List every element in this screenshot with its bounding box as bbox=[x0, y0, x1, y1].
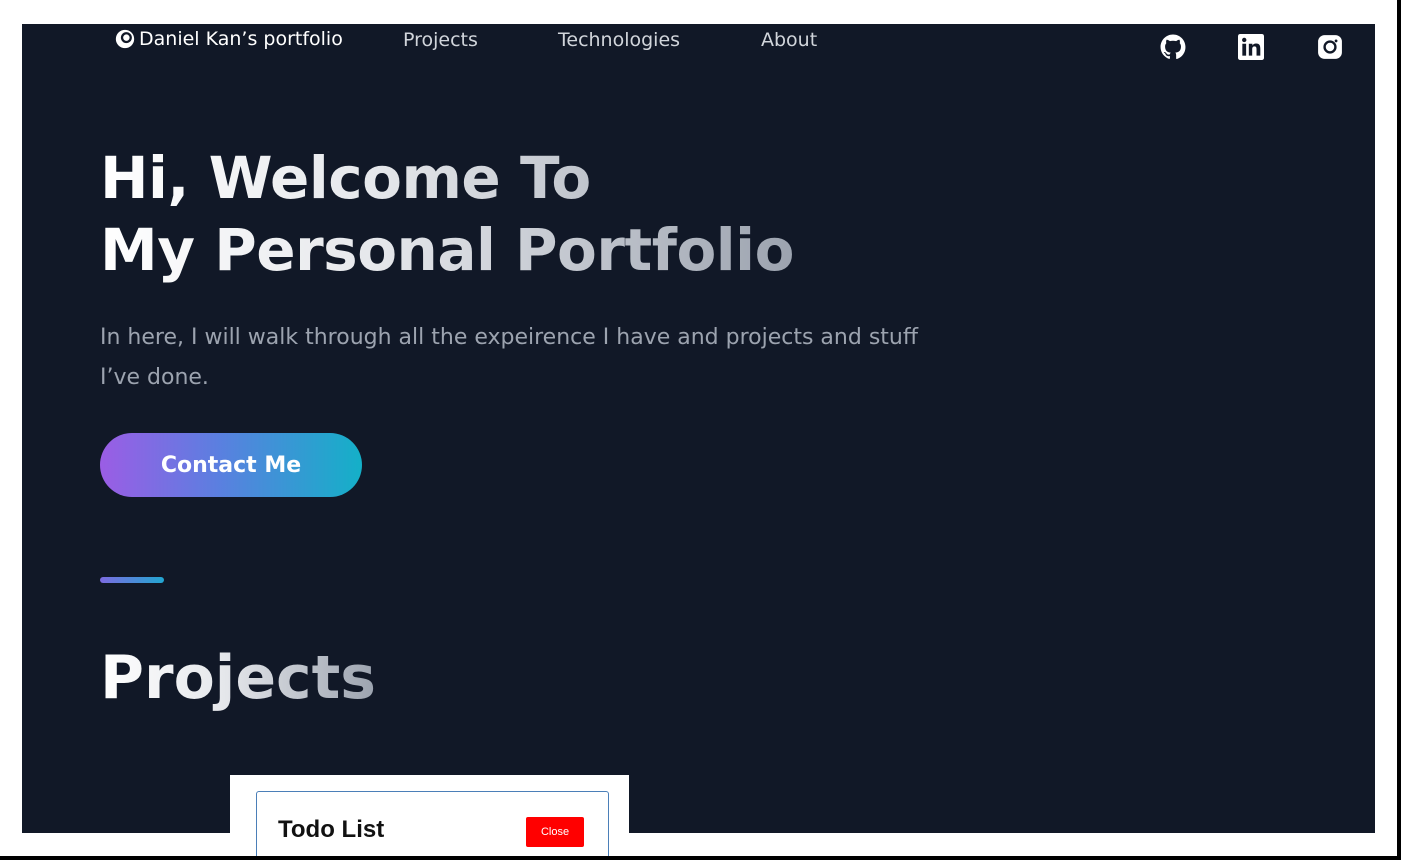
close-button[interactable]: Close bbox=[526, 817, 584, 847]
project-card-frame: Todo List Close bbox=[256, 791, 609, 860]
page-viewport: Daniel Kan’s portfolio Projects Technolo… bbox=[22, 24, 1375, 833]
project-card: Todo List Close bbox=[230, 775, 629, 860]
window-edge-right bbox=[1397, 0, 1401, 860]
logo-link[interactable]: Daniel Kan’s portfolio bbox=[114, 27, 343, 51]
nav-link-projects[interactable]: Projects bbox=[403, 29, 478, 51]
nav-link-about[interactable]: About bbox=[761, 29, 817, 51]
contact-me-button[interactable]: Contact Me bbox=[100, 433, 362, 497]
window-edge-bottom bbox=[0, 856, 1401, 860]
logo-text: Daniel Kan’s portfolio bbox=[139, 28, 343, 50]
linkedin-icon[interactable] bbox=[1238, 34, 1264, 60]
hero-subtitle: In here, I will walk through all the exp… bbox=[100, 325, 919, 390]
project-card-title: Todo List bbox=[278, 816, 385, 843]
hero-title-line-1: Hi, Welcome To bbox=[100, 144, 591, 212]
logo-icon bbox=[115, 29, 135, 49]
section-divider bbox=[100, 577, 164, 583]
hero-title: Hi, Welcome To My Personal Portfolio bbox=[100, 142, 794, 286]
hero-title-line-2: My Personal Portfolio bbox=[100, 216, 794, 284]
nav-link-technologies[interactable]: Technologies bbox=[558, 29, 680, 51]
instagram-icon[interactable] bbox=[1317, 34, 1343, 60]
github-icon[interactable] bbox=[1160, 34, 1186, 60]
projects-heading: Projects bbox=[100, 636, 376, 720]
